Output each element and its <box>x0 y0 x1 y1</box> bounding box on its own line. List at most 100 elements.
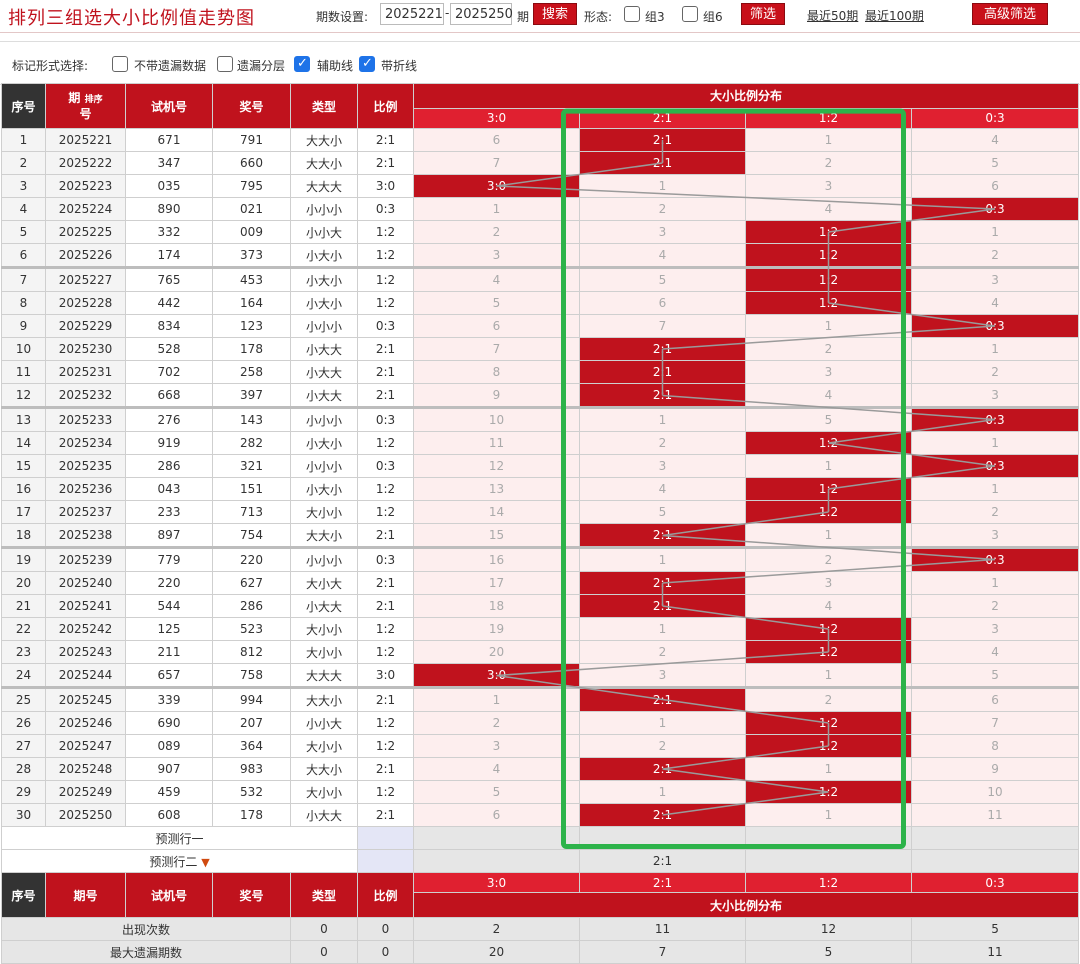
predict-row-1-cell-4[interactable] <box>910 826 1080 850</box>
sort-label[interactable]: 排序 <box>85 95 103 105</box>
marker-options-label: 标记形式选择: <box>12 59 89 73</box>
cell-test: 347 <box>125 151 213 175</box>
predict-row-1-cell-3[interactable] <box>745 826 912 850</box>
filter-button[interactable]: 筛选 <box>741 3 785 25</box>
cell-type: 小大小 <box>290 477 358 501</box>
predict-row-2: 预测行二 ▼ 2:1 <box>1 849 1080 873</box>
advanced-filter-button[interactable]: 高级筛选 <box>972 3 1048 25</box>
arrow-down-icon[interactable]: ▼ <box>201 856 209 869</box>
cell-type: 小大大 <box>290 360 358 384</box>
cell-type: 小小小 <box>290 406 358 432</box>
dist-omission-cell: 3 <box>745 174 912 198</box>
table-row: 6 2025226 174 373 小大小 1:2 3 4 1:2 2 <box>1 243 1080 268</box>
predict-row-1-label: 预测行一 <box>1 826 358 850</box>
table-row: 26 2025246 690 207 小小大 1:2 2 1 1:2 7 <box>1 711 1080 735</box>
cell-seq: 12 <box>1 383 46 408</box>
cell-seq: 30 <box>1 803 46 827</box>
option-no-omission-checkbox[interactable] <box>112 56 128 72</box>
cell-seq: 8 <box>1 291 46 315</box>
predict-row-2-cell-4[interactable] <box>910 849 1080 873</box>
cell-ratio: 1:2 <box>357 431 414 455</box>
header-period-top: 期 <box>68 91 81 105</box>
dist-hit-cell: 1:2 <box>745 431 912 455</box>
predict-row-1-cell-1[interactable] <box>413 826 580 850</box>
recent-100-link[interactable]: 最近100期 <box>865 7 924 24</box>
cell-period: 2025222 <box>45 151 126 175</box>
dist-omission-cell: 20 <box>413 640 580 664</box>
cell-ratio: 1:2 <box>357 477 414 501</box>
table-row: 17 2025237 233 713 大小小 1:2 14 5 1:2 2 <box>1 500 1080 524</box>
cell-period: 2025250 <box>45 803 126 827</box>
dist-omission-cell: 1 <box>745 757 912 781</box>
predict-row-2-cell-1[interactable] <box>413 849 580 873</box>
dist-hit-cell: 1:2 <box>745 220 912 244</box>
cell-period: 2025226 <box>45 243 126 268</box>
footer-dist-col-0-3: 0:3 <box>910 871 1080 894</box>
footer-period: 期号 <box>45 872 126 918</box>
cell-seq: 25 <box>1 686 46 712</box>
option-polyline-checkbox[interactable] <box>359 56 375 72</box>
dist-col-1-2: 1:2 <box>745 107 912 130</box>
page-title: 排列三组选大小比例值走势图 <box>8 8 255 29</box>
dist-omission-cell: 1 <box>413 686 580 712</box>
header-period[interactable]: 期 排序号 <box>45 83 126 129</box>
dist-omission-cell: 2 <box>745 337 912 361</box>
dist-omission-cell: 4 <box>579 243 746 268</box>
footer-seq: 序号 <box>1 872 46 918</box>
cell-test: 897 <box>125 523 213 548</box>
option-polyline-label: 带折线 <box>381 59 418 73</box>
cell-draw: 009 <box>212 220 291 244</box>
dist-omission-cell: 2 <box>745 686 912 712</box>
predict-row-2-cell-2[interactable]: 2:1 <box>579 849 746 873</box>
search-button[interactable]: 搜索 <box>533 3 577 25</box>
cell-period: 2025245 <box>45 686 126 712</box>
dist-hit-cell: 1:2 <box>745 640 912 664</box>
cell-period: 2025235 <box>45 454 126 478</box>
cell-ratio: 1:2 <box>357 220 414 244</box>
footer-test-number: 试机号 <box>125 872 213 918</box>
dist-omission-cell: 1 <box>579 546 746 572</box>
header-draw-number: 奖号 <box>212 83 291 129</box>
cell-draw: 397 <box>212 383 291 408</box>
start-period-input[interactable]: 2025221 <box>380 3 444 25</box>
cell-period: 2025223 <box>45 174 126 198</box>
recent-50-link[interactable]: 最近50期 <box>807 7 858 24</box>
cell-ratio: 1:2 <box>357 617 414 641</box>
stats-row-max-omission: 最大遗漏期数 0 0 20 7 5 11 <box>1 940 1080 964</box>
option-guide-line-checkbox[interactable] <box>294 56 310 72</box>
cell-period: 2025233 <box>45 406 126 432</box>
cell-ratio: 2:1 <box>357 523 414 548</box>
cell-seq: 17 <box>1 500 46 524</box>
cell-type: 小大大 <box>290 803 358 827</box>
cell-draw: 164 <box>212 291 291 315</box>
dist-omission-cell: 1 <box>579 711 746 735</box>
predict-row-1-cell-2[interactable] <box>579 826 746 850</box>
cell-test: 834 <box>125 314 213 338</box>
cell-draw: 791 <box>212 128 291 152</box>
dist-omission-cell: 14 <box>413 500 580 524</box>
cell-type: 大大小 <box>290 757 358 781</box>
cell-type: 大小小 <box>290 640 358 664</box>
dist-omission-cell: 4 <box>413 757 580 781</box>
cell-period: 2025224 <box>45 197 126 221</box>
group3-checkbox[interactable] <box>624 6 640 22</box>
cell-test: 174 <box>125 243 213 268</box>
end-period-input[interactable]: 2025250 <box>450 3 513 25</box>
predict-row-1-ratio[interactable] <box>357 826 414 850</box>
header-ratio: 比例 <box>357 83 414 129</box>
dist-hit-cell: 3:0 <box>413 663 580 688</box>
predict-row-2-ratio[interactable] <box>357 849 414 873</box>
cell-test: 668 <box>125 383 213 408</box>
table-row: 11 2025231 702 258 小大大 2:1 8 2:1 3 2 <box>1 360 1080 384</box>
cell-test: 890 <box>125 197 213 221</box>
group6-checkbox[interactable] <box>682 6 698 22</box>
dist-omission-cell: 1 <box>579 406 746 432</box>
dist-omission-cell: 10 <box>910 780 1080 804</box>
cell-ratio: 2:1 <box>357 128 414 152</box>
dist-omission-cell: 3 <box>745 571 912 595</box>
table-row: 18 2025238 897 754 大大小 2:1 15 2:1 1 3 <box>1 523 1080 548</box>
cell-ratio: 0:3 <box>357 197 414 221</box>
dist-omission-cell: 7 <box>413 151 580 175</box>
option-omission-layer-checkbox[interactable] <box>217 56 233 72</box>
predict-row-2-cell-3[interactable] <box>745 849 912 873</box>
